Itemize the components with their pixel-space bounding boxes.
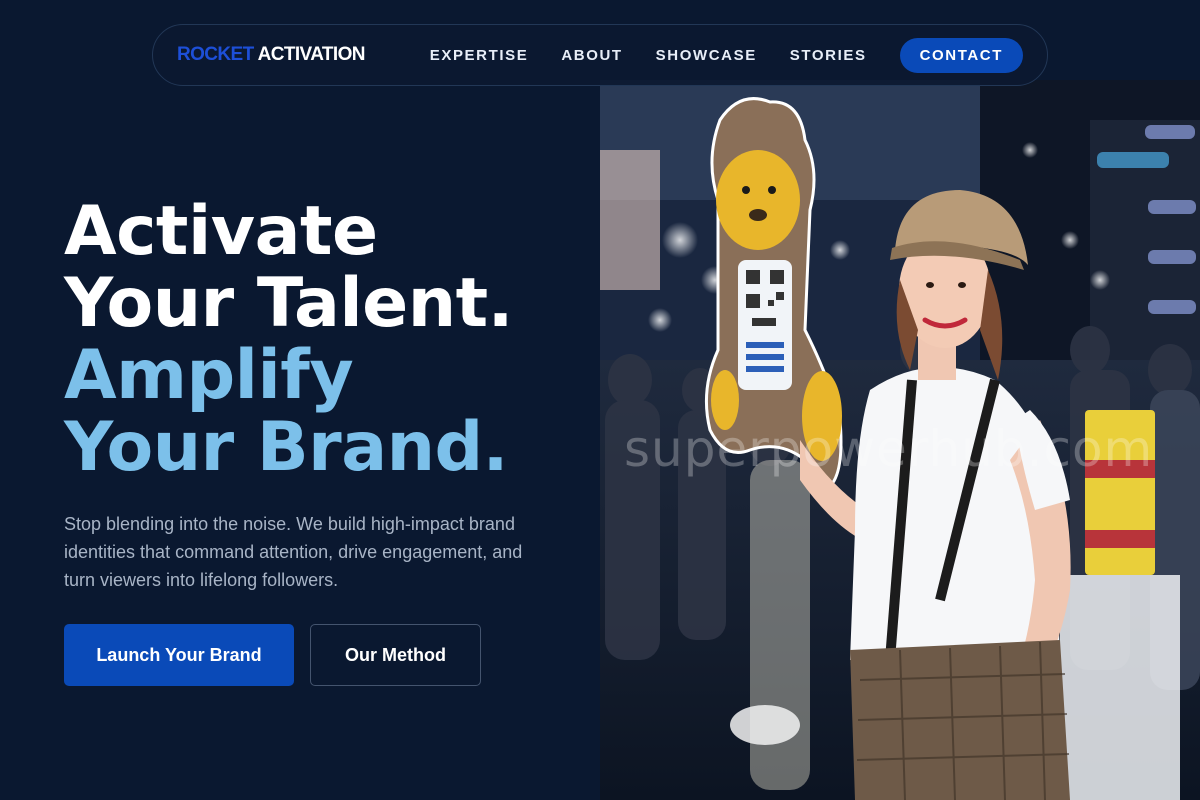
- nav-link-expertise[interactable]: EXPERTISE: [430, 47, 529, 64]
- headline-line-3: Amplify: [64, 336, 354, 415]
- hero-section: Activate Your Talent. Amplify Your Brand…: [64, 196, 584, 686]
- nav-links: EXPERTISE ABOUT SHOWCASE STORIES CONTACT: [430, 37, 1023, 73]
- launch-brand-button[interactable]: Launch Your Brand: [64, 624, 294, 686]
- brand-logo-part1: ROCKET: [177, 44, 254, 65]
- brand-logo-part2: ACTIVATION: [257, 44, 366, 65]
- hero-photo: superpowerhub.com: [600, 80, 1200, 800]
- brand-logo[interactable]: ROCKET ACTIVATION: [177, 44, 366, 66]
- our-method-button[interactable]: Our Method: [310, 624, 481, 686]
- contact-button[interactable]: CONTACT: [899, 37, 1023, 73]
- hero-subtext: Stop blending into the noise. We build h…: [64, 514, 523, 590]
- watermark-text: superpowerhub.com: [624, 420, 1154, 478]
- hero-buttons: Launch Your Brand Our Method: [64, 624, 584, 686]
- headline-line-2: Your Talent.: [64, 264, 514, 343]
- headline-line-4: Your Brand.: [64, 408, 509, 487]
- top-navbar: ROCKET ACTIVATION EXPERTISE ABOUT SHOWCA…: [152, 24, 1048, 86]
- hero-headline: Activate Your Talent. Amplify Your Brand…: [64, 196, 584, 484]
- nav-link-stories[interactable]: STORIES: [790, 47, 867, 64]
- nav-link-about[interactable]: ABOUT: [561, 47, 622, 64]
- headline-line-1: Activate: [64, 192, 378, 271]
- nav-link-showcase[interactable]: SHOWCASE: [656, 47, 757, 64]
